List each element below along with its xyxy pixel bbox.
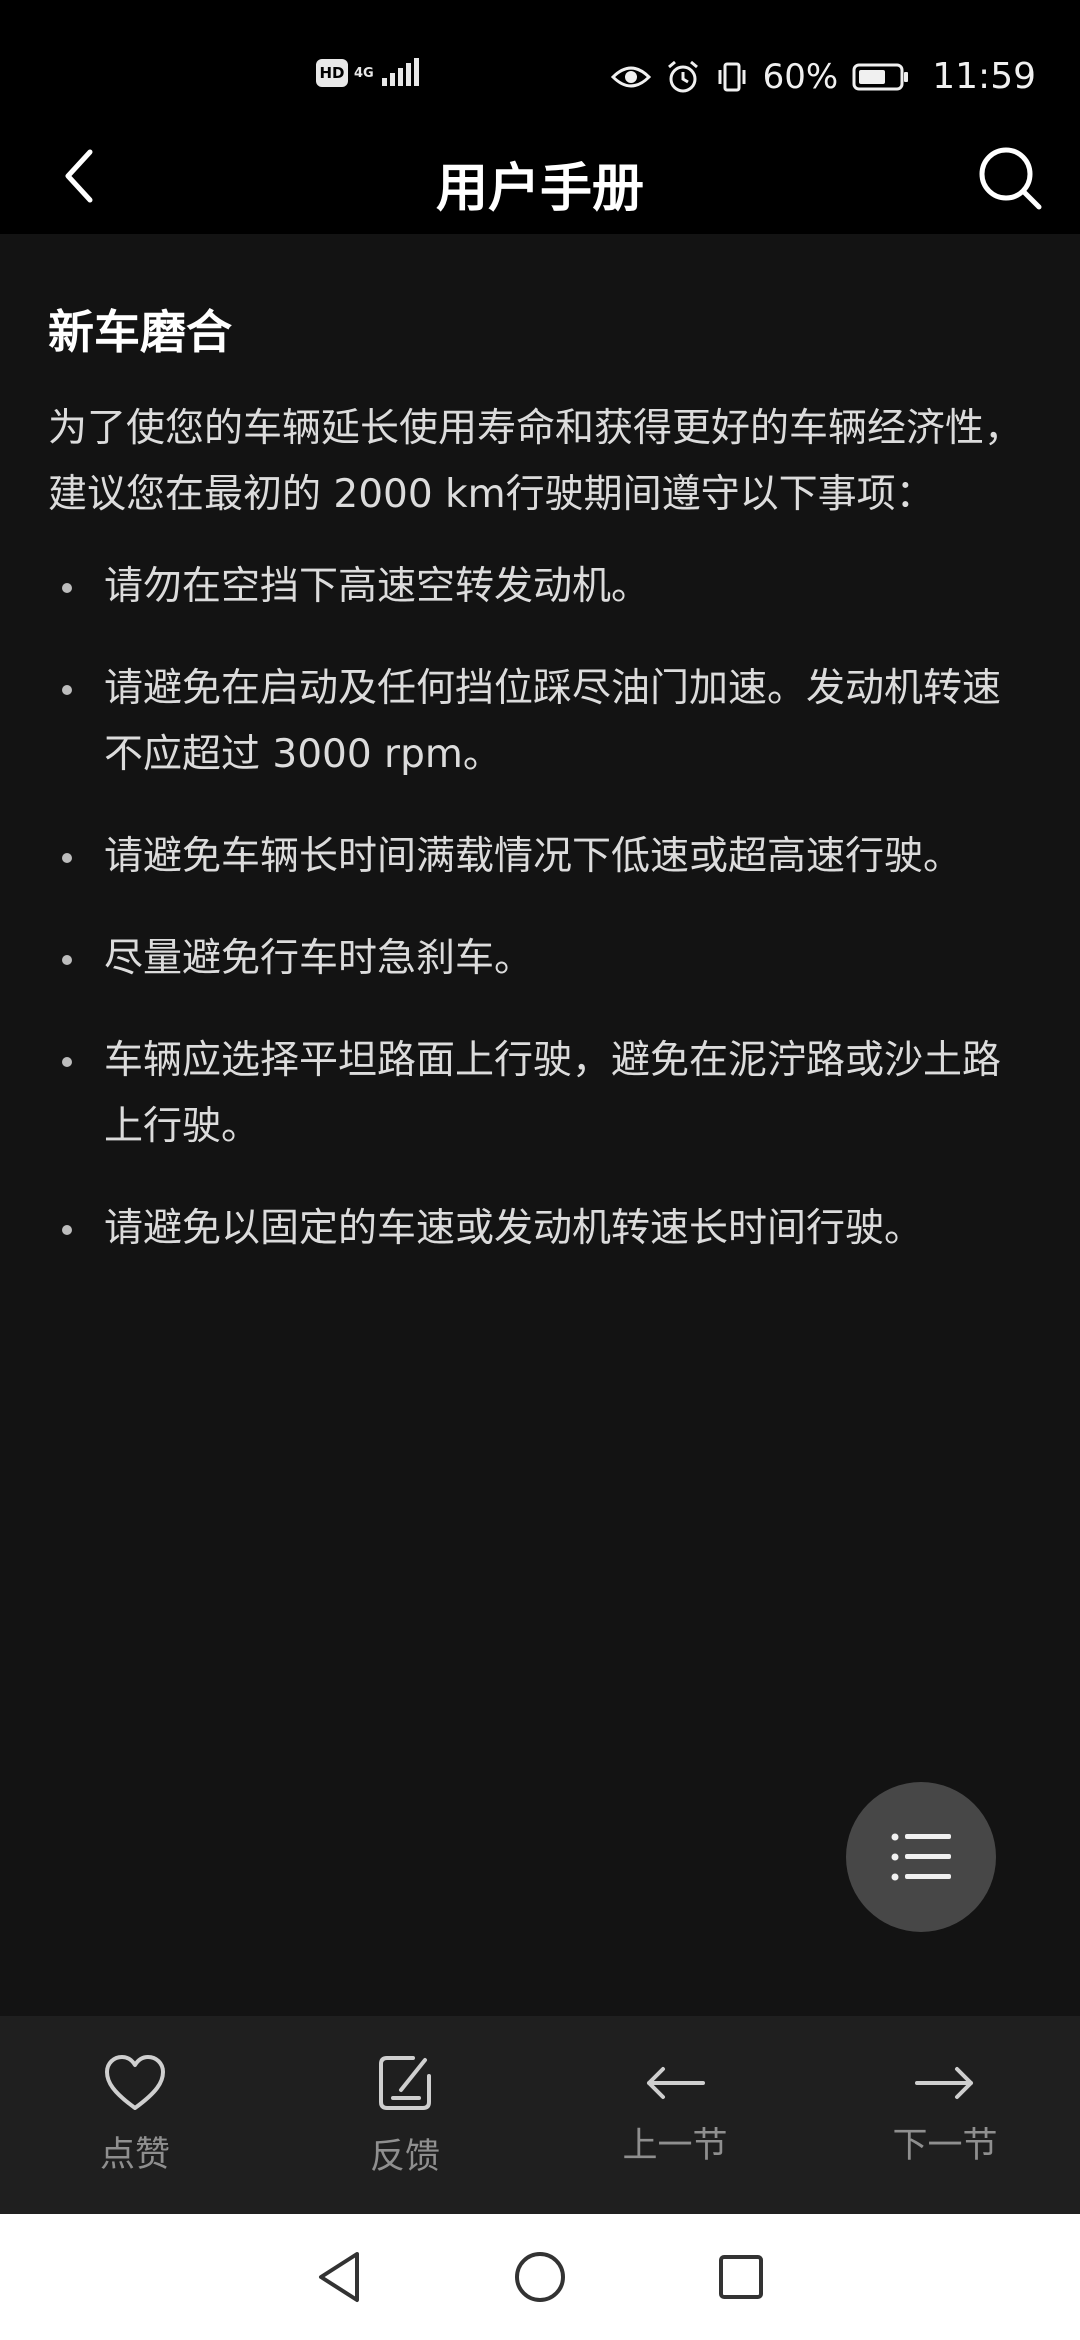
page-title: 用户手册 <box>435 159 644 219</box>
bullet-text: 尽量避免行车时急刹车。 <box>104 936 534 981</box>
arrow-left-icon <box>647 2066 705 2099</box>
status-right: 60% 11:59 <box>610 56 1036 97</box>
bullet-dot <box>62 955 72 965</box>
heart-icon <box>105 2054 165 2110</box>
list-item: 请勿在空挡下高速空转发动机。 <box>48 554 1038 620</box>
bullet-dot <box>62 1057 72 1067</box>
hd-badge: HD <box>316 59 348 87</box>
like-label: 点赞 <box>99 2134 170 2175</box>
next-section-label: 下一节 <box>892 2125 998 2166</box>
battery-icon <box>852 63 909 90</box>
contents-fab[interactable] <box>846 1782 996 1932</box>
app-bar: 用户手册 <box>0 118 1080 234</box>
arrow-right-icon <box>915 2066 973 2099</box>
nav-recents-icon[interactable] <box>717 2253 765 2301</box>
eye-icon <box>610 66 651 87</box>
bullet-text: 车辆应选择平坦路面上行驶，避免在泥泞路或沙土路上行驶。 <box>104 1038 1002 1149</box>
bullet-text: 请避免在启动及任何挡位踩尽油门加速。发动机转速不应超过 3000 rpm。 <box>104 666 1002 777</box>
battery-percent: 60% <box>762 56 839 97</box>
list-icon <box>891 1833 951 1881</box>
section-title: 新车磨合 <box>48 305 232 359</box>
bullet-dot <box>62 853 72 863</box>
search-button[interactable] <box>970 138 1050 218</box>
list-item: 请避免在启动及任何挡位踩尽油门加速。发动机转速不应超过 3000 rpm。 <box>48 656 1038 788</box>
alarm-icon <box>667 60 698 92</box>
list-item: 车辆应选择平坦路面上行驶，避免在泥泞路或沙土路上行驶。 <box>48 1028 1038 1160</box>
prev-section-label: 上一节 <box>622 2125 728 2166</box>
prev-section-button[interactable]: 上一节 <box>540 2016 810 2214</box>
bullet-dot <box>62 1225 72 1235</box>
bullet-text: 请勿在空挡下高速空转发动机。 <box>104 564 651 609</box>
article-content: 新车磨合 为了使您的车辆延长使用寿命和获得更好的车辆经济性，建议您在最初的 20… <box>48 234 1038 1298</box>
bullet-dot <box>62 685 72 695</box>
list-item: 请避免以固定的车速或发动机转速长时间行驶。 <box>48 1196 1038 1262</box>
nav-back-icon[interactable] <box>315 2250 363 2304</box>
next-section-button[interactable]: 下一节 <box>810 2016 1080 2214</box>
signal-icon <box>382 58 419 86</box>
bottom-action-bar: 点赞 反馈 上一节 下一节 <box>0 2016 1080 2214</box>
feedback-button[interactable]: 反馈 <box>270 2016 540 2214</box>
intro-paragraph: 为了使您的车辆延长使用寿命和获得更好的车辆经济性，建议您在最初的 2000 km… <box>48 406 1024 517</box>
like-button[interactable]: 点赞 <box>0 2016 270 2214</box>
list-item: 请避免车辆长时间满载情况下低速或超高速行驶。 <box>48 824 1038 890</box>
network-type: 4G <box>354 65 374 81</box>
bullet-text: 请避免以固定的车速或发动机转速长时间行驶。 <box>104 1206 924 1251</box>
vibrate-icon <box>718 62 746 91</box>
system-nav-bar <box>0 2214 1080 2340</box>
bullet-text: 请避免车辆长时间满载情况下低速或超高速行驶。 <box>104 834 963 879</box>
feedback-label: 反馈 <box>369 2136 440 2177</box>
nav-home-icon[interactable] <box>513 2250 567 2304</box>
status-left: HD 4G <box>316 58 420 88</box>
bullet-dot <box>62 583 72 593</box>
search-icon <box>979 147 1042 210</box>
clock: 11:59 <box>932 56 1036 97</box>
edit-note-icon <box>379 2055 431 2110</box>
bullet-list: 请勿在空挡下高速空转发动机。 请避免在启动及任何挡位踩尽油门加速。发动机转速不应… <box>48 554 1038 1262</box>
list-item: 尽量避免行车时急刹车。 <box>48 926 1038 992</box>
